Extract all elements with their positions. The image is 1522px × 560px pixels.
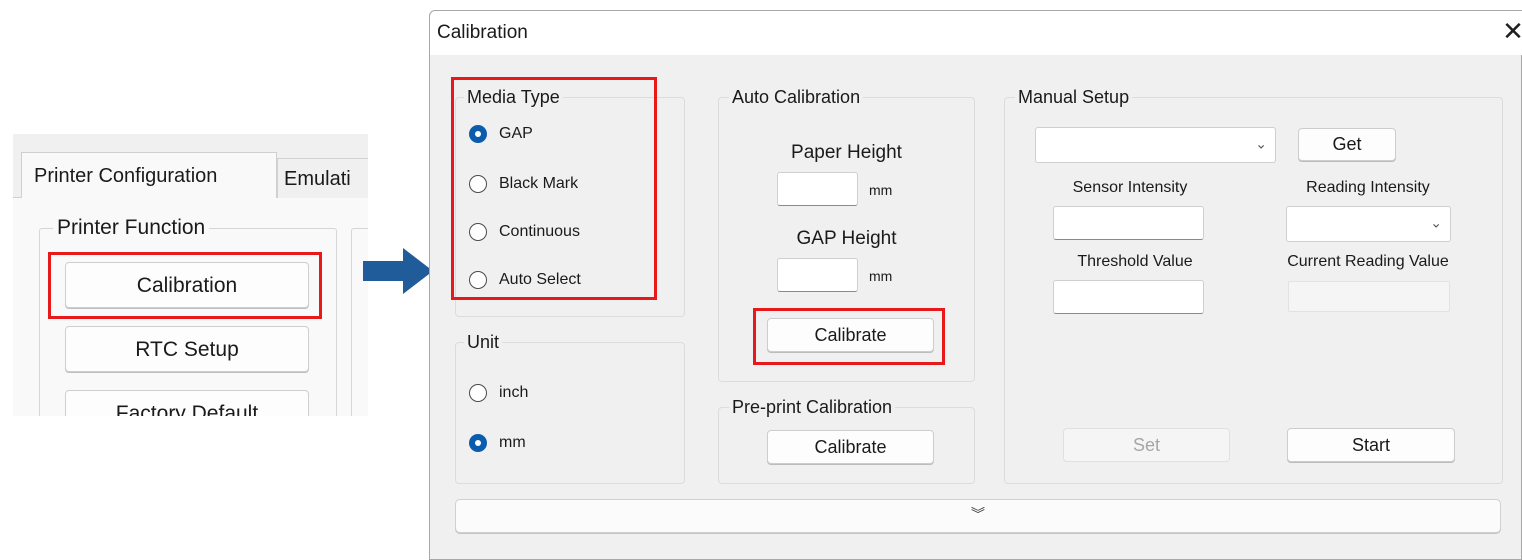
threshold-value-input[interactable] — [1053, 280, 1204, 314]
calibrate-highlight — [753, 308, 945, 365]
radio-mm[interactable]: mm — [469, 434, 526, 452]
media-type-highlight — [451, 77, 657, 300]
current-reading-label: Current Reading Value — [1287, 253, 1449, 270]
get-button[interactable]: Get — [1298, 128, 1396, 161]
start-button[interactable]: Start — [1287, 428, 1455, 462]
gap-height-input[interactable] — [777, 258, 858, 292]
paper-height-unit: mm — [869, 182, 893, 198]
radio-inch[interactable]: inch — [469, 384, 528, 402]
unit-group — [455, 342, 685, 484]
manual-setup-title: Manual Setup — [1015, 87, 1133, 108]
paper-height-input[interactable] — [777, 172, 858, 206]
dialog-title: Calibration — [437, 22, 528, 43]
calibration-highlight — [48, 252, 322, 319]
dialog-titlebar — [430, 11, 1522, 55]
unit-title: Unit — [464, 332, 503, 353]
factory-default-button[interactable]: Factory Default — [65, 390, 309, 416]
chevron-down-icon: ⌄ — [1430, 214, 1442, 231]
threshold-value-label: Threshold Value — [1077, 253, 1193, 270]
gap-height-label: GAP Height — [796, 228, 897, 249]
auto-calibration-title: Auto Calibration — [729, 87, 864, 108]
radio-inch-label: inch — [499, 384, 529, 401]
chevron-down-icon: ⌄ — [1255, 135, 1267, 152]
tab-emulation[interactable]: Emulati — [277, 158, 368, 198]
printer-config-panel: Emulati Printer Configuration Printer Fu… — [13, 134, 368, 416]
gap-height-unit: mm — [869, 268, 893, 284]
radio-unselected-icon — [469, 384, 487, 402]
preprint-calibrate-button[interactable]: Calibrate — [767, 430, 934, 464]
current-reading-field — [1288, 281, 1450, 312]
radio-selected-icon — [469, 434, 487, 452]
preprint-calibration-title: Pre-print Calibration — [729, 397, 896, 418]
paper-height-label: Paper Height — [791, 142, 902, 163]
tab-printer-configuration[interactable]: Printer Configuration — [21, 152, 277, 198]
sensor-intensity-label: Sensor Intensity — [1072, 179, 1188, 196]
sensor-intensity-input[interactable] — [1053, 206, 1204, 240]
close-icon[interactable]: ✕ — [1502, 18, 1522, 44]
double-chevron-down-icon: ︾ — [971, 506, 985, 522]
set-button[interactable]: Set — [1063, 428, 1230, 462]
adjacent-group — [351, 228, 368, 416]
expand-button[interactable]: ︾ — [455, 499, 1501, 533]
arrow-right-icon — [363, 261, 403, 281]
reading-intensity-label: Reading Intensity — [1306, 179, 1430, 196]
radio-mm-label: mm — [499, 434, 526, 451]
manual-setup-select[interactable]: ⌄ — [1035, 127, 1276, 163]
reading-intensity-select[interactable]: ⌄ — [1286, 206, 1451, 242]
printer-function-title: Printer Function — [53, 216, 210, 240]
rtc-setup-button[interactable]: RTC Setup — [65, 326, 309, 372]
